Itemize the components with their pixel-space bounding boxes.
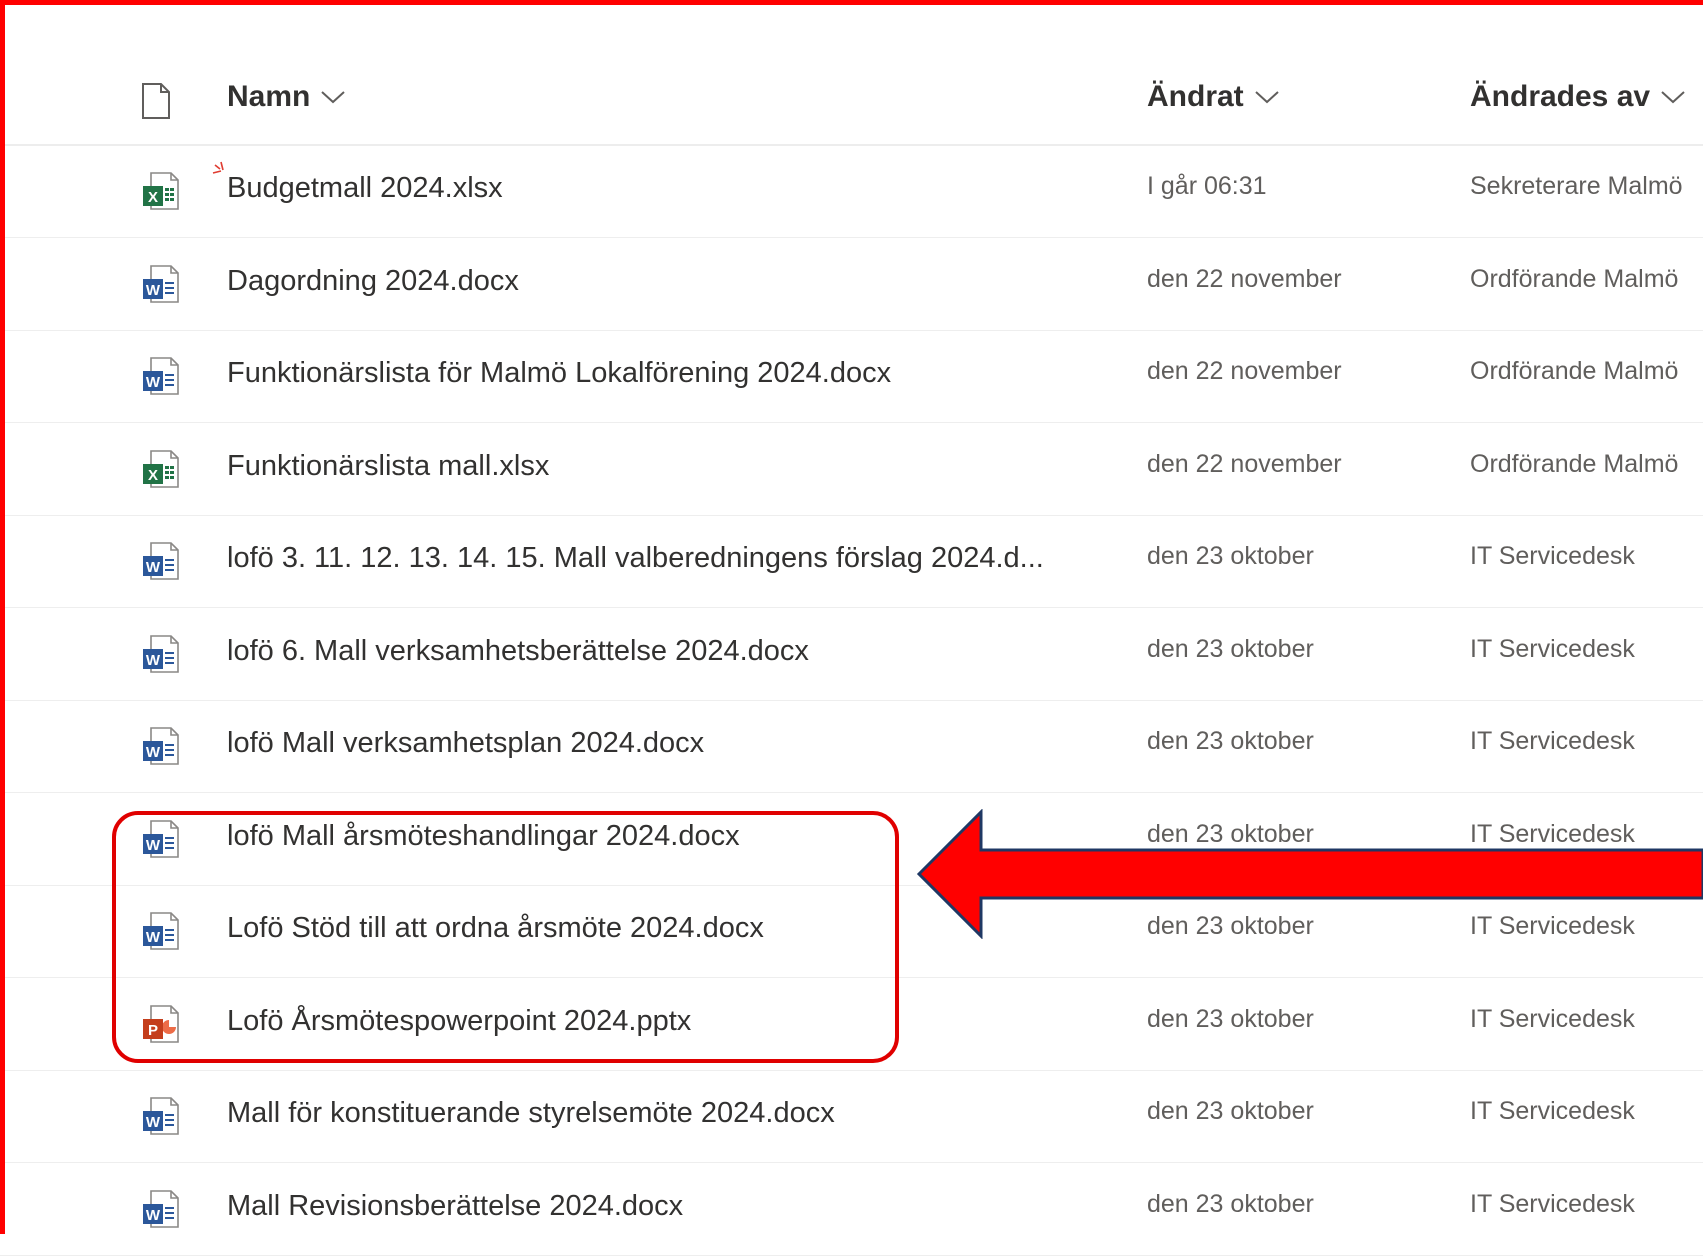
modified-by: Ordförande Malmö [1470,264,1679,293]
arrow-pointer [916,809,1703,939]
modified-date: den 22 november [1147,264,1342,293]
word-file-icon: W [141,1189,181,1229]
file-row[interactable]: X Funktionärslista mall.xlsx den 22 novemb… [0,423,1703,516]
modified-by: Ordförande Malmö [1470,449,1679,478]
modified-by: IT Servicedesk [1470,727,1635,755]
modified-by: IT Servicedesk [1470,542,1635,570]
word-file-icon: W [141,634,181,674]
excel-file-icon: X [141,171,181,211]
modified-date: den 23 oktober [1147,1097,1314,1125]
file-name-link[interactable]: Funktionärslista för Malmö Lokalförening… [227,357,891,390]
chevron-down-icon [1661,91,1685,104]
column-modified-label: Ändrat [1147,80,1244,113]
modified-date: den 23 oktober [1147,1004,1314,1033]
modified-by: IT Servicedesk [1470,1097,1635,1125]
file-name-link[interactable]: Mall Revisionsberättelse 2024.docx [227,1190,683,1223]
word-file-icon: W [141,726,181,766]
excel-file-icon: X [141,449,181,489]
file-name-link[interactable]: Budgetmall 2024.xlsx [227,172,503,205]
file-row[interactable]: W Dagordning 2024.docx den 22 november Ordf… [0,238,1703,331]
svg-text:W: W [146,559,161,576]
modified-by: IT Servicedesk [1470,1189,1635,1218]
modified-by: Sekreterare Malmö [1470,172,1683,200]
chevron-down-icon [321,91,346,104]
svg-text:W: W [146,1207,161,1224]
word-file-icon: W [141,356,181,396]
column-header-modified[interactable]: Ändrat [1147,80,1280,114]
modified-by: IT Servicedesk [1470,1004,1635,1033]
document-icon[interactable] [141,83,171,119]
file-row[interactable]: W Funktionärslista för Malmö Lokalförenin… [0,330,1703,423]
file-row[interactable]: Wlofö 6. Mall verksamhetsberättelse 2024… [0,608,1703,701]
svg-text:W: W [146,652,161,669]
svg-text:W: W [146,1114,161,1131]
word-file-icon: W [141,541,181,581]
word-file-icon: W [141,1096,181,1136]
column-name-label: Namn [227,80,311,113]
svg-text:X: X [148,467,158,484]
modified-date: den 23 oktober [1147,727,1314,755]
svg-text:W: W [146,374,161,391]
file-name-link[interactable]: Mall för konstituerande styrelsemöte 202… [227,1097,835,1130]
file-name-link[interactable]: lofö Mall verksamhetsplan 2024.docx [227,727,704,760]
modified-date: den 22 november [1147,449,1342,478]
modified-date: den 22 november [1147,357,1342,385]
file-row[interactable]: W Mall Revisionsberättelse 2024.docx den 2… [0,1163,1703,1256]
list-header: Namn Ändrat Ändrades av [0,52,1703,146]
file-name-link[interactable]: Dagordning 2024.docx [227,265,519,298]
file-row[interactable]: W Mall för konstituerande styrelsemöte 20… [0,1070,1703,1163]
modified-date: I går 06:31 [1147,172,1267,200]
file-row[interactable]: X Budgetmall 2024.xlsx I går 06:31 Sekreter… [0,145,1703,238]
modified-date: den 23 oktober [1147,634,1314,663]
svg-text:W: W [146,744,161,761]
highlight-box [112,811,899,1063]
column-header-name[interactable]: Namn [227,80,346,114]
svg-text:W: W [146,282,161,299]
file-name-link[interactable]: Funktionärslista mall.xlsx [227,450,549,483]
column-header-modified-by[interactable]: Ändrades av [1470,80,1686,114]
word-file-icon: W [141,264,181,304]
modified-date: den 23 oktober [1147,1189,1314,1218]
modified-by: Ordförande Malmö [1470,357,1679,385]
svg-text:X: X [148,189,158,206]
column-modified-by-label: Ändrades av [1470,80,1651,113]
modified-by: IT Servicedesk [1470,634,1635,663]
file-name-link[interactable]: lofö 6. Mall verksamhetsberättelse 2024.… [227,635,809,668]
modified-date: den 23 oktober [1147,542,1314,570]
file-name-link[interactable]: lofö 3. 11. 12. 13. 14. 15. Mall valbere… [227,542,1044,575]
file-row[interactable]: Wlofö 3. 11. 12. 13. 14. 15. Mall valber… [0,515,1703,608]
chevron-down-icon [1254,91,1279,104]
file-row[interactable]: Wlofö Mall verksamhetsplan 2024.docx den … [0,700,1703,793]
